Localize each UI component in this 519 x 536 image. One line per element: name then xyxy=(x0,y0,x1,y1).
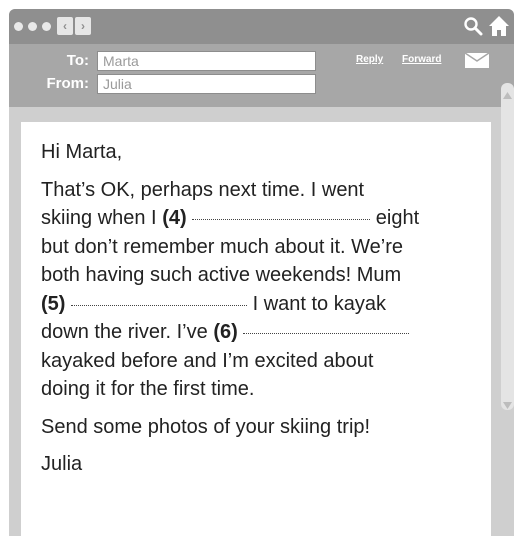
back-button[interactable]: ‹ xyxy=(57,17,73,35)
window-dot-close[interactable] xyxy=(14,22,23,31)
forward-nav-button[interactable]: › xyxy=(75,17,91,35)
forward-link[interactable]: Forward xyxy=(402,54,441,65)
message-paragraph: That’s OK, perhaps next time. I went ski… xyxy=(41,178,420,401)
answer-blank-4[interactable] xyxy=(192,218,371,220)
title-bar: ‹ › xyxy=(9,9,514,44)
answer-blank-6[interactable] xyxy=(243,332,410,334)
scroll-up-icon[interactable] xyxy=(502,87,513,105)
scroll-down-icon[interactable] xyxy=(502,397,513,415)
gap-number-4: (4) xyxy=(162,207,187,229)
email-window: ‹ › To: Marta From: Julia Reply Forward xyxy=(9,9,514,536)
home-icon[interactable] xyxy=(488,15,510,42)
from-field[interactable]: Julia xyxy=(97,74,316,94)
reply-link[interactable]: Reply xyxy=(356,54,383,65)
window-dot-minimize[interactable] xyxy=(28,22,37,31)
signature: Julia xyxy=(41,453,83,475)
greeting: Hi Marta, xyxy=(41,141,123,163)
envelope-icon[interactable] xyxy=(464,52,490,73)
gap-number-5: (5) xyxy=(41,292,66,315)
to-field[interactable]: Marta xyxy=(97,51,316,71)
window-dot-zoom[interactable] xyxy=(42,22,51,31)
closing-line: Send some photos of your skiing trip! xyxy=(41,415,371,438)
from-label: From: xyxy=(46,75,90,92)
scrollbar[interactable] xyxy=(501,83,514,410)
search-icon[interactable] xyxy=(463,16,483,41)
answer-blank-5[interactable] xyxy=(71,304,248,306)
gap-number-6: (6) xyxy=(213,321,238,343)
message-body: Hi Marta, That’s OK, perhaps next time. … xyxy=(21,122,491,536)
message-header: To: Marta From: Julia Reply Forward xyxy=(9,44,514,107)
to-label: To: xyxy=(66,52,89,69)
